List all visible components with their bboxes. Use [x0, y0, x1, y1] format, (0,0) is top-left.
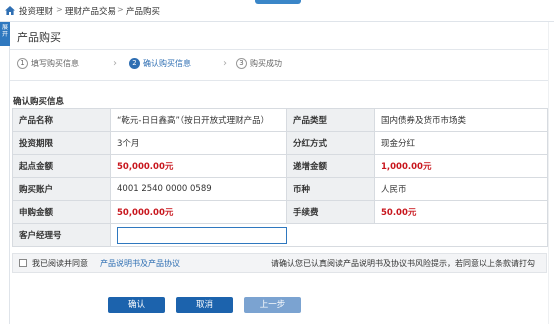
value-increment: 1,000.00元	[374, 154, 548, 178]
agree-label: 我已阅读并同意	[32, 259, 88, 268]
step-label: 购买成功	[250, 59, 282, 68]
label-term: 投资期限	[12, 131, 111, 155]
breadcrumb-separator: >	[56, 5, 63, 14]
label-currency: 币种	[286, 177, 375, 201]
breadcrumb-item-purchase: 产品购买	[126, 7, 161, 17]
agreement-row: 我已阅读并同意 产品说明书及产品协议 请确认您已认真阅读产品说明书及协议书风险提…	[12, 253, 547, 273]
table-row: 投资期限 3个月 分红方式 现金分红	[12, 131, 548, 155]
risk-notice: 请确认您已认真阅读产品说明书及协议书风险提示，若同意以上条款请打勾	[271, 259, 535, 268]
page-title: 产品购买	[17, 31, 61, 44]
label-account: 购买账户	[12, 177, 111, 201]
chevron-right-icon: ›	[223, 58, 227, 69]
value-account: 4001 2540 0000 0589	[110, 177, 287, 201]
step-number: 2	[129, 58, 140, 69]
value-currency: 人民币	[374, 177, 548, 201]
step-number: 1	[17, 58, 28, 69]
table-row: 产品名称 “乾元-日日鑫高”（按日开放式理财产品） 产品类型 国内债券及货币市场…	[12, 108, 548, 132]
right-divider	[548, 22, 549, 324]
value-product-type: 国内债券及货币市场类	[374, 108, 548, 132]
value-dividend: 现金分红	[374, 131, 548, 155]
label-product-name: 产品名称	[12, 108, 111, 132]
label-purchase-amount: 申购金额	[12, 200, 111, 224]
manager-id-input[interactable]	[117, 226, 287, 244]
steps-divider	[10, 80, 548, 81]
step-number: 3	[236, 58, 247, 69]
breadcrumb-item-trading[interactable]: 理财产品交易	[65, 5, 116, 17]
value-term: 3个月	[110, 131, 287, 155]
step-label: 确认购买信息	[143, 59, 191, 68]
table-row: 申购金额 50,000.00元 手续费 50.00元	[12, 200, 548, 224]
label-fee: 手续费	[286, 200, 375, 224]
section-title: 确认购买信息	[13, 97, 65, 107]
step-label: 填写购买信息	[31, 59, 79, 68]
chevron-right-icon: ›	[113, 58, 117, 69]
title-divider	[10, 49, 548, 50]
value-product-name: “乾元-日日鑫高”（按日开放式理财产品）	[110, 108, 287, 132]
side-expand-tab[interactable]: 展开	[0, 22, 10, 46]
breadcrumb-separator: >	[117, 5, 124, 14]
label-manager-id: 客户经理号	[12, 223, 111, 247]
home-icon[interactable]	[5, 6, 15, 15]
value-fee: 50.00元	[374, 200, 548, 224]
confirm-button[interactable]: 确认	[108, 297, 165, 313]
step-success: 3 购买成功	[236, 58, 282, 72]
table-row: 起点金额 50,000.00元 递增金额 1,000.00元	[12, 154, 548, 178]
table-row: 购买账户 4001 2540 0000 0589 币种 人民币	[12, 177, 548, 201]
agree-checkbox[interactable]	[19, 259, 27, 267]
product-agreement-link[interactable]: 产品说明书及产品协议	[100, 258, 180, 269]
manager-id-cell	[110, 223, 548, 247]
cancel-button[interactable]: 取消	[176, 297, 233, 313]
label-product-type: 产品类型	[286, 108, 375, 132]
purchase-info-table: 产品名称 “乾元-日日鑫高”（按日开放式理财产品） 产品类型 国内债券及货币市场…	[12, 108, 548, 247]
previous-step-button[interactable]: 上一步	[244, 297, 301, 313]
table-row: 客户经理号	[12, 223, 548, 247]
label-dividend: 分红方式	[286, 131, 375, 155]
breadcrumb-item-investment[interactable]: 投资理财	[19, 5, 53, 17]
value-purchase-amount: 50,000.00元	[110, 200, 287, 224]
label-min-amount: 起点金额	[12, 154, 111, 178]
step-confirm-info: 2 确认购买信息	[129, 58, 191, 72]
left-divider	[9, 46, 10, 324]
value-min-amount: 50,000.00元	[110, 154, 287, 178]
label-increment: 递增金额	[286, 154, 375, 178]
top-collapse-tab[interactable]	[255, 0, 301, 4]
step-fill-info: 1 填写购买信息	[17, 58, 79, 72]
